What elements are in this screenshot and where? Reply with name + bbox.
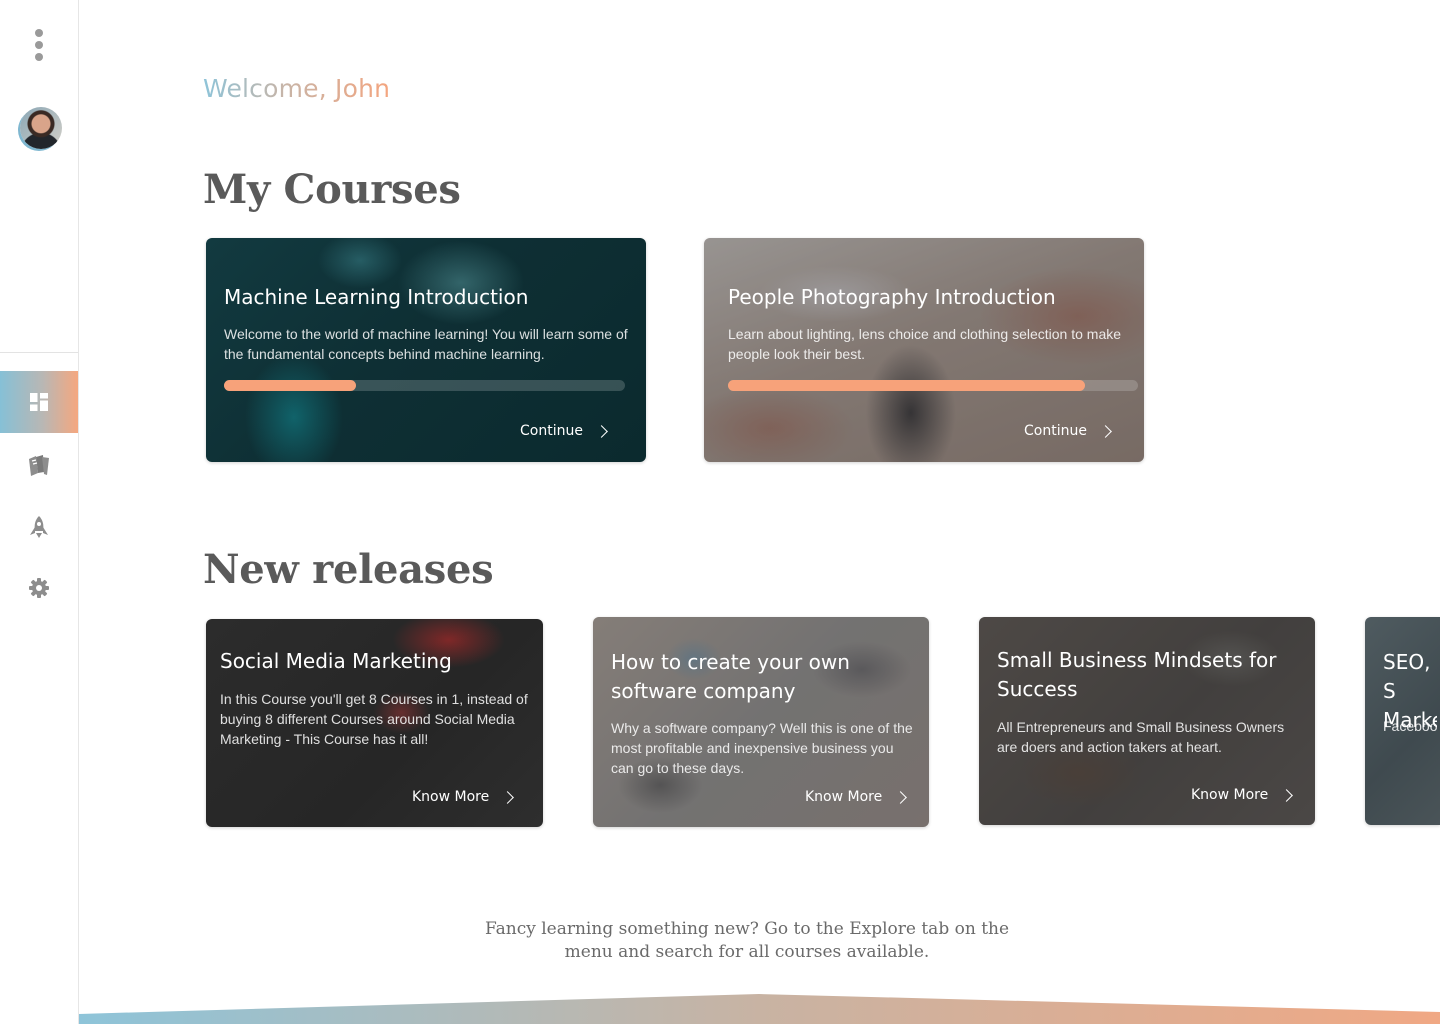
chevron-right-icon bbox=[1099, 424, 1112, 438]
nav-item-courses[interactable] bbox=[0, 434, 78, 496]
new-releases-title: New releases bbox=[203, 546, 494, 593]
release-title: Social Media Marketing bbox=[220, 649, 452, 673]
release-card-software-company[interactable]: How to create your own software company … bbox=[593, 617, 929, 827]
release-description: In this Course you'll get 8 Courses in 1… bbox=[220, 691, 528, 747]
kebab-menu-icon[interactable] bbox=[34, 29, 44, 63]
continue-label: Continue bbox=[1024, 423, 1087, 439]
rocket-icon bbox=[30, 516, 48, 538]
chevron-right-icon bbox=[894, 790, 908, 804]
nav-item-dashboard[interactable] bbox=[0, 371, 78, 433]
release-description: Why a software company? Well this is one… bbox=[611, 720, 913, 776]
release-card-small-business[interactable]: Small Business Mindsets for Success All … bbox=[979, 617, 1315, 825]
user-avatar[interactable] bbox=[20, 107, 62, 149]
course-title: People Photography Introduction bbox=[728, 285, 1056, 309]
course-progress-fill bbox=[728, 380, 1085, 391]
course-card-people-photography[interactable]: People Photography Introduction Learn ab… bbox=[704, 238, 1144, 462]
release-title: How to create your own software company bbox=[611, 650, 850, 703]
welcome-message: Welcome, John bbox=[203, 74, 391, 103]
course-progress-bar bbox=[224, 380, 625, 391]
course-description: Learn about lighting, lens choice and cl… bbox=[728, 326, 1122, 362]
know-more-button[interactable]: Know More bbox=[1191, 787, 1294, 803]
sidebar bbox=[0, 0, 79, 1024]
course-progress-bar bbox=[728, 380, 1138, 391]
release-description: All Entrepreneurs and Small Business Own… bbox=[997, 719, 1285, 755]
continue-button[interactable]: Continue bbox=[1024, 423, 1112, 439]
release-card-seo[interactable]: SEO, S Marke Facebook SEO, Vide Website … bbox=[1365, 617, 1440, 825]
explore-hint: Fancy learning something new? Go to the … bbox=[484, 919, 1010, 962]
chevron-right-icon bbox=[501, 790, 515, 804]
books-icon bbox=[29, 455, 49, 476]
chevron-right-icon bbox=[595, 424, 608, 438]
release-card-social-media[interactable]: Social Media Marketing In this Course yo… bbox=[206, 619, 543, 827]
continue-label: Continue bbox=[520, 423, 583, 439]
continue-button[interactable]: Continue bbox=[520, 423, 608, 439]
dashboard-icon bbox=[30, 393, 48, 411]
release-description: Facebook SEO, Vide Website & bbox=[1383, 718, 1437, 734]
know-more-button[interactable]: Know More bbox=[805, 789, 908, 805]
chevron-right-icon bbox=[1280, 788, 1294, 802]
course-card-machine-learning[interactable]: Machine Learning Introduction Welcome to… bbox=[206, 238, 646, 462]
sidebar-divider bbox=[0, 352, 78, 353]
know-more-label: Know More bbox=[1191, 787, 1269, 803]
nav-item-explore[interactable] bbox=[0, 496, 78, 558]
course-title: Machine Learning Introduction bbox=[224, 285, 529, 309]
gear-icon bbox=[29, 578, 49, 598]
nav-item-settings[interactable] bbox=[0, 557, 78, 619]
know-more-button[interactable]: Know More bbox=[412, 789, 515, 805]
footer-decoration bbox=[79, 994, 1440, 1024]
know-more-label: Know More bbox=[412, 789, 490, 805]
course-progress-fill bbox=[224, 380, 357, 391]
know-more-label: Know More bbox=[805, 789, 883, 805]
my-courses-title: My Courses bbox=[203, 166, 461, 213]
release-title: Small Business Mindsets for Success bbox=[997, 648, 1277, 701]
course-description: Welcome to the world of machine learning… bbox=[224, 326, 628, 362]
